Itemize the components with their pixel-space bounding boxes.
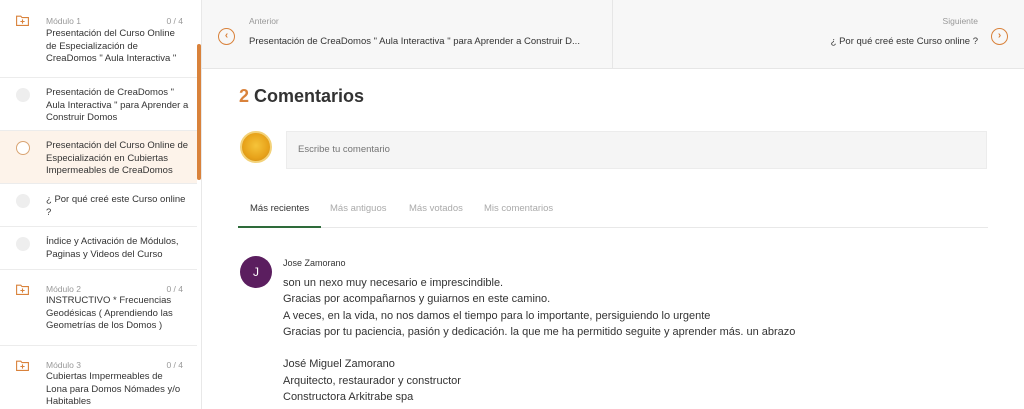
tab-most-voted[interactable]: Más votados (409, 203, 463, 214)
comment-line (283, 340, 795, 356)
tab-most-recent[interactable]: Más recientes (250, 203, 309, 214)
module-title: Presentación del Curso Online de Especia… (46, 28, 177, 64)
folder-add-icon (16, 360, 29, 371)
folder-add-icon (16, 15, 29, 26)
previous-lesson-link[interactable]: ‹ Anterior Presentación de CreaDomos " A… (202, 0, 613, 69)
module-progress: 0 / 4 (166, 284, 183, 294)
module-label: Módulo 3 (46, 360, 81, 370)
tab-my-comments[interactable]: Mis comentarios (484, 203, 553, 214)
comments-heading-label: Comentarios (254, 86, 365, 106)
comment-line: Gracias por acompañarnos y guiarnos en e… (283, 293, 551, 306)
lesson-title: Presentación de CreaDomos " Aula Interac… (46, 87, 189, 123)
comment-body: son un nexo muy necesario e imprescindib… (283, 275, 795, 405)
module-label: Módulo 1 (46, 16, 81, 26)
lesson-status-icon (16, 194, 30, 208)
comment-line: José Miguel Zamorano (283, 358, 395, 371)
avatar[interactable]: J (240, 256, 272, 288)
lesson-item[interactable]: ¿ Por qué creé este Curso online ? (0, 184, 197, 227)
module-title: Cubiertas Impermeables de Lona para Domo… (46, 371, 181, 407)
comment-line: Constructora Arkitrabe spa (283, 391, 414, 404)
folder-add-icon (16, 284, 29, 295)
lesson-title: Índice y Activación de Módulos, Paginas … (46, 236, 179, 260)
comment-author[interactable]: Jose Zamorano (283, 258, 346, 268)
tab-oldest[interactable]: Más antiguos (330, 203, 387, 214)
lesson-status-icon (16, 88, 30, 102)
lesson-status-icon (16, 141, 30, 155)
comment-line: A veces, en la vida, no nos damos el tie… (283, 309, 711, 322)
comment-line: son un nexo muy necesario e imprescindib… (283, 277, 504, 289)
comment-line: Gracias por tu paciencia, pasión y dedic… (283, 325, 796, 338)
lesson-navigation: ‹ Anterior Presentación de CreaDomos " A… (202, 0, 1024, 69)
module-progress: 0 / 4 (166, 16, 183, 26)
comment-line: Arquitecto, restaurador y constructor (283, 374, 461, 387)
chevron-right-icon[interactable]: › (991, 28, 1008, 45)
previous-lesson-title: Presentación de CreaDomos " Aula Interac… (249, 36, 580, 47)
chevron-left-icon[interactable]: ‹ (218, 28, 235, 45)
lesson-title: ¿ Por qué creé este Curso online ? (46, 194, 186, 218)
next-lesson-title: ¿ Por qué creé este Curso online ? (830, 36, 978, 47)
module-label: Módulo 2 (46, 284, 81, 294)
module-3[interactable]: Módulo 3 0 / 4 Cubiertas Impermeables de… (0, 346, 197, 409)
next-label: Siguiente (942, 16, 978, 26)
comment-input[interactable] (286, 131, 987, 169)
module-progress: 0 / 4 (166, 360, 183, 370)
lesson-item[interactable]: Índice y Activación de Módulos, Paginas … (0, 227, 197, 270)
sidebar-scrollbar[interactable] (197, 44, 201, 180)
current-user-avatar (240, 131, 272, 163)
active-tab-indicator (238, 226, 321, 228)
module-1[interactable]: Módulo 1 0 / 4 Presentación del Curso On… (0, 0, 197, 78)
lesson-status-icon (16, 237, 30, 251)
lesson-item[interactable]: Presentación de CreaDomos " Aula Interac… (0, 78, 197, 131)
next-lesson-link[interactable]: Siguiente ¿ Por qué creé este Curso onli… (614, 0, 1024, 69)
course-sidebar: Módulo 1 0 / 4 Presentación del Curso On… (0, 0, 202, 409)
module-2[interactable]: Módulo 2 0 / 4 INSTRUCTIVO * Frecuencias… (0, 270, 197, 346)
previous-label: Anterior (249, 16, 279, 26)
comments-heading: 2 Comentarios (239, 86, 364, 107)
lesson-title: Presentación del Curso Online de Especia… (46, 140, 189, 176)
comment-sort-tabs: Más recientes Más antiguos Más votados M… (238, 199, 988, 228)
module-title: INSTRUCTIVO * Frecuencias Geodésicas ( A… (46, 295, 173, 331)
comments-count: 2 (239, 86, 250, 106)
lesson-item-active[interactable]: Presentación del Curso Online de Especia… (0, 131, 197, 184)
